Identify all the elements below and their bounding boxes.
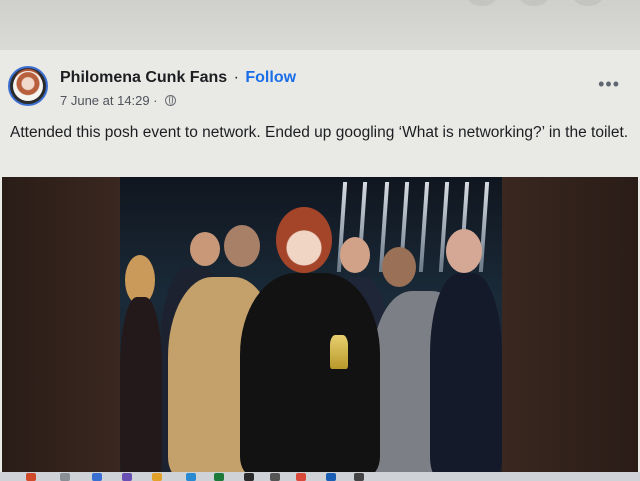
name-separator: · [233, 69, 239, 86]
taskbar-app-icon[interactable] [244, 473, 254, 481]
avatar-image [13, 71, 43, 101]
taskbar-app-icon[interactable] [60, 473, 70, 481]
toolbar-circle-icon [574, 0, 602, 6]
taskbar-app-icon[interactable] [92, 473, 102, 481]
post-timestamp[interactable]: 7 June at 14:29 [60, 93, 150, 108]
taskbar-app-icon[interactable] [354, 473, 364, 481]
post-header: Philomena Cunk Fans · Follow 7 June at 1… [8, 66, 628, 112]
taskbar [0, 472, 640, 481]
screen: Philomena Cunk Fans · Follow 7 June at 1… [0, 0, 640, 481]
guest-head [224, 225, 260, 267]
guest-head [340, 237, 370, 273]
more-options-icon[interactable]: ••• [598, 74, 620, 95]
globe-icon [165, 95, 177, 106]
guest-head [190, 232, 220, 266]
champagne-glass [330, 335, 348, 369]
photo-right-wall [498, 177, 638, 477]
guest-head [382, 247, 416, 287]
toolbar-circle-icon [520, 0, 548, 6]
post-photo[interactable] [2, 177, 638, 477]
taskbar-app-icon[interactable] [270, 473, 280, 481]
taskbar-app-icon[interactable] [296, 473, 306, 481]
taskbar-app-icon[interactable] [122, 473, 132, 481]
photo-light-strip [418, 182, 430, 272]
woman-figure-black-dress [240, 273, 380, 477]
page-name-link[interactable]: Philomena Cunk Fans [60, 69, 227, 86]
taskbar-app-icon[interactable] [152, 473, 162, 481]
guest-figure [120, 297, 162, 477]
guest-head [446, 229, 482, 273]
woman-head [276, 207, 332, 273]
taskbar-app-icon[interactable] [26, 473, 36, 481]
meta-separator: · [153, 93, 158, 108]
top-browser-strip [0, 0, 640, 50]
page-avatar[interactable] [8, 66, 48, 106]
taskbar-app-icon[interactable] [186, 473, 196, 481]
guest-figure [430, 273, 502, 477]
photo-left-wall [2, 177, 122, 477]
taskbar-app-icon[interactable] [326, 473, 336, 481]
post-card: Philomena Cunk Fans · Follow 7 June at 1… [0, 50, 640, 481]
post-text: Attended this posh event to network. End… [10, 124, 629, 141]
follow-button[interactable]: Follow [245, 69, 296, 86]
photo-scene [120, 177, 502, 477]
toolbar-circle-icon [468, 0, 496, 6]
taskbar-app-icon[interactable] [214, 473, 224, 481]
post-meta: 7 June at 14:29 · [60, 93, 177, 108]
post-author-line: Philomena Cunk Fans · Follow [60, 69, 296, 87]
